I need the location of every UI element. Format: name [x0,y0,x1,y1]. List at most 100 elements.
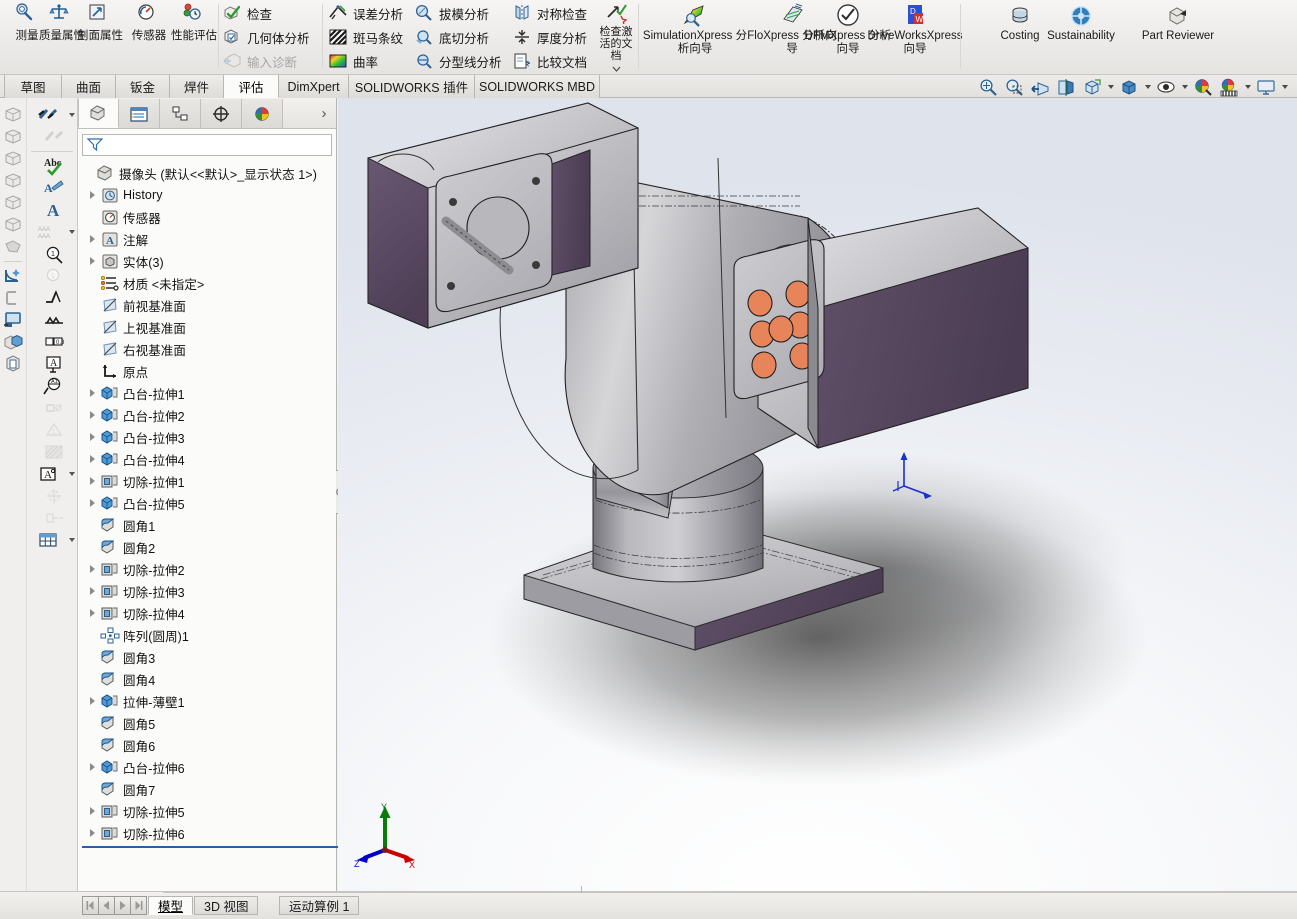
ribbon-button-check[interactable]: 检查 [222,2,272,24]
blocks-icon[interactable]: A [35,463,61,485]
chevron-down-icon[interactable] [1280,77,1289,98]
table-icon[interactable] [35,529,61,551]
feature-tree-item[interactable]: 切除-拉伸2 [78,558,336,580]
expand-arrow-icon[interactable] [86,426,99,448]
datum-feature-icon[interactable]: 0.3 [41,331,67,353]
ribbon-button-thickness-analysis[interactable]: 厚度分析 [512,26,587,48]
feature-tree-item[interactable]: 前视基准面 [78,294,336,316]
ribbon-tab-5[interactable]: 评估 [224,75,279,98]
multi-note-icon[interactable]: AAAAAA [35,221,61,243]
expand-arrow-icon[interactable] [86,756,99,778]
tree-filter-input[interactable] [82,134,332,156]
section-view-icon[interactable] [1054,77,1078,98]
view-settings-icon[interactable] [1254,77,1278,98]
ribbon-tab-7[interactable]: SOLIDWORKS 插件 [349,75,475,98]
manager-tabs-overflow-button[interactable]: › [314,103,334,123]
feature-tree-item[interactable]: 实体(3) [78,250,336,272]
isolate-body-icon[interactable] [0,331,26,353]
feature-tree-item[interactable]: 材质 <未指定> [78,272,336,294]
feature-tree-item[interactable]: 圆角2 [78,536,336,558]
rollback-bar[interactable] [82,846,340,848]
chevron-down-icon[interactable] [66,221,77,243]
feature-tree-root[interactable]: 摄像头 (默认<<默认>_显示状态 1>) [78,162,336,184]
display-state-3-icon[interactable] [0,148,26,170]
feature-tree-item[interactable]: 凸台-拉伸5 [78,492,336,514]
feature-tree-item[interactable]: 圆角7 [78,778,336,800]
smart-dimension-icon[interactable] [35,104,61,126]
feature-manager-tab[interactable] [78,99,119,128]
shaded-body-icon[interactable] [0,236,26,258]
ribbon-button-deviation-analysis[interactable]: 误差分析 [328,2,403,24]
hide-show-items-icon[interactable] [1154,77,1178,98]
ribbon-button-symmetry-check[interactable]: 对称检查 [512,2,587,24]
expand-arrow-icon[interactable] [86,448,99,470]
display-state-6-icon[interactable] [0,214,26,236]
open-profile-icon[interactable] [0,287,26,309]
display-manager-tab[interactable] [242,99,283,128]
ribbon-button-sustainability[interactable]: Sustainability [1028,2,1134,68]
geometric-tolerance-icon[interactable]: A [41,353,67,375]
apply-scene-icon[interactable] [1217,77,1241,98]
balloon-icon[interactable]: 1 [41,243,67,265]
surface-finish-icon[interactable] [41,287,67,309]
chevron-down-icon[interactable] [66,104,77,126]
previous-view-icon[interactable] [1028,77,1052,98]
chevron-down-icon[interactable] [1106,77,1115,98]
first-icon[interactable] [82,896,99,915]
expand-arrow-icon[interactable] [86,184,99,206]
feature-tree-item[interactable]: 圆角1 [78,514,336,536]
expand-arrow-icon[interactable] [86,822,99,844]
feature-tree-item[interactable]: 传感器 [78,206,336,228]
ribbon-button-parting-line-analysis[interactable]: 分型线分析 [414,50,502,72]
expand-arrow-icon[interactable] [86,470,99,492]
display-state-2-icon[interactable] [0,126,26,148]
ribbon-tab-6[interactable]: DimXpert [279,75,349,98]
expand-arrow-icon[interactable] [86,580,99,602]
feature-tree-item[interactable]: 切除-拉伸3 [78,580,336,602]
property-manager-tab[interactable] [119,99,160,128]
feature-tree-item[interactable]: 拉伸-薄壁1 [78,690,336,712]
feature-tree-item[interactable]: 凸台-拉伸3 [78,426,336,448]
feature-tree-item[interactable]: 阵列(圆周)1 [78,624,336,646]
next-icon[interactable] [114,896,131,915]
document-tab-2[interactable]: 3D 视图 [194,896,258,915]
weld-symbol-icon[interactable] [41,309,67,331]
document-tab-3[interactable]: 运动算例 1 [279,896,359,915]
new-sketch-icon[interactable] [0,265,26,287]
previous-icon[interactable] [98,896,115,915]
feature-tree-item[interactable]: 切除-拉伸4 [78,602,336,624]
ribbon-button-geometry-analysis[interactable]: 几何体分析 [222,26,310,48]
ribbon-tab-3[interactable]: 钣金 [116,75,170,98]
feature-tree-item[interactable]: 圆角4 [78,668,336,690]
expand-arrow-icon[interactable] [86,558,99,580]
chevron-down-icon[interactable] [1243,77,1252,98]
ribbon-button-zebra-stripes[interactable]: 斑马条纹 [328,26,403,48]
dimxpert-manager-tab[interactable] [201,99,242,128]
feature-tree-item[interactable]: History [78,184,336,206]
feature-tree-item[interactable]: 凸台-拉伸1 [78,382,336,404]
document-tab-1[interactable]: 模型 [148,896,193,915]
expand-arrow-icon[interactable] [86,228,99,250]
feature-tree-item[interactable]: 切除-拉伸1 [78,470,336,492]
ribbon-button-sensor[interactable]: 传感器 [126,2,172,68]
ribbon-button-simulationxpress[interactable]: SimulationXpress 分析向导 [642,2,748,68]
zoom-to-area-icon[interactable] [1002,77,1026,98]
display-state-5-icon[interactable] [0,192,26,214]
edit-appearance-icon[interactable] [1191,77,1215,98]
spell-check-icon[interactable]: Abc [41,155,67,177]
feature-tree-item[interactable]: 圆角5 [78,712,336,734]
feature-tree-item[interactable]: 上视基准面 [78,316,336,338]
ribbon-button-section-properties[interactable]: 剖面属性 [77,2,123,68]
expand-arrow-icon[interactable] [86,602,99,624]
ribbon-button-draft-analysis[interactable]: 拔模分析 [414,2,489,24]
expand-arrow-icon[interactable] [86,404,99,426]
ribbon-button-driveworksxpress[interactable]: DW DriveWorksXpress 向导 [862,2,968,68]
zoom-to-fit-icon[interactable] [976,77,1000,98]
note-icon[interactable]: A [41,199,67,221]
display-state-4-icon[interactable] [0,170,26,192]
ribbon-button-part-reviewer[interactable]: Part Reviewer [1130,2,1226,68]
expand-arrow-icon[interactable] [86,800,99,822]
ribbon-tab-2[interactable]: 曲面 [62,75,116,98]
feature-tree-item[interactable]: 凸台-拉伸6 [78,756,336,778]
graphics-viewport[interactable] [338,98,1297,891]
